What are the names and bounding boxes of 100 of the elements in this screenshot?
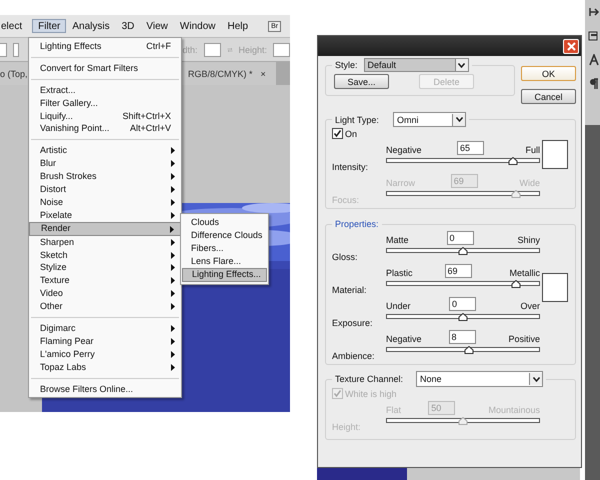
menu-item[interactable]: Artistic (29, 144, 181, 158)
slider-label: Gloss: (332, 252, 359, 262)
slider-thumb[interactable] (511, 280, 522, 288)
menu-item[interactable]: Filter Gallery... (29, 96, 181, 110)
menu-item[interactable]: Vanishing Point... Alt+Ctrl+V (29, 122, 181, 136)
menu-item[interactable]: Brush Strokes (29, 170, 181, 184)
slider-thumb[interactable] (464, 346, 474, 354)
chevron-down-icon[interactable] (529, 373, 542, 385)
chevron-down-icon[interactable] (454, 59, 468, 71)
range-label: Mountainous (488, 405, 540, 415)
menu-item[interactable]: Noise (29, 196, 181, 209)
light-type-dropdown[interactable]: Omni (393, 112, 466, 127)
range-label: Under (386, 301, 411, 311)
menu-bar-item[interactable]: View (140, 16, 174, 36)
range-label: Plastic (386, 268, 413, 278)
menu-item[interactable]: L'amico Perry (29, 348, 181, 361)
range-label: Negative (386, 145, 422, 155)
range-label: Metallic (509, 268, 540, 278)
slider-thumb[interactable] (458, 247, 468, 255)
menu-bar-item[interactable]: elect (0, 16, 28, 36)
tool-icon[interactable] (588, 30, 600, 42)
menu-item[interactable]: Extract... (29, 84, 181, 97)
menu-bar-item[interactable]: Window (174, 16, 222, 36)
slider-thumb[interactable] (458, 313, 468, 321)
value-field[interactable]: 69 (444, 264, 472, 278)
slider-label: Focus: (332, 195, 360, 205)
range-label: Flat (386, 405, 402, 415)
range-label: Shiny (517, 235, 540, 245)
menu-item[interactable]: Distort (29, 183, 181, 196)
menu-item[interactable]: Lighting Effects... (182, 268, 267, 282)
menu-bar-item[interactable]: 3D (116, 16, 140, 36)
color-swatch[interactable] (542, 140, 568, 168)
menu-item[interactable]: Liquify... Shift+Ctrl+X (29, 110, 181, 122)
slider-label: Intensity: (332, 162, 370, 172)
checkbox[interactable] (332, 128, 343, 139)
light-type-label: Light Type: (335, 114, 380, 124)
menu-item[interactable]: Fibers... (182, 242, 267, 255)
input-field[interactable] (0, 42, 7, 56)
menu-item[interactable]: Video (29, 287, 181, 300)
checkbox-label: White is high (345, 388, 397, 398)
input-field[interactable] (204, 42, 220, 56)
slider-label: Ambience: (332, 351, 376, 361)
input-field[interactable] (13, 42, 18, 56)
menu-item[interactable]: Other (29, 300, 181, 314)
menu-item[interactable]: Convert for Smart Filters (29, 62, 181, 75)
field-label: Height: (238, 44, 268, 54)
slider-label: Height: (332, 422, 362, 432)
menu-item[interactable]: Stylize (29, 261, 181, 274)
menu-item[interactable]: Texture (29, 274, 181, 288)
range-label: Over (520, 301, 540, 311)
menu-item[interactable]: Lighting Effects Ctrl+F (29, 40, 181, 53)
checkbox-label: On (345, 128, 358, 138)
color-swatch[interactable] (542, 273, 568, 302)
save-button[interactable]: Save... (334, 74, 389, 89)
texture-channel-label: Texture Channel: (335, 374, 404, 384)
cancel-button[interactable]: Cancel (521, 89, 576, 104)
menu-bar-item[interactable]: Analysis (66, 16, 116, 36)
menu-item[interactable]: Difference Clouds (182, 228, 267, 242)
menu-item[interactable]: Digimarc (29, 322, 181, 335)
range-label: Narrow (386, 178, 416, 188)
range-label: Wide (519, 178, 540, 188)
ok-button[interactable]: OK (521, 66, 576, 81)
menu-item[interactable]: Clouds (182, 216, 267, 229)
slider-track[interactable] (386, 418, 540, 423)
slider-label: Exposure: (332, 318, 374, 328)
range-label: Negative (386, 334, 422, 344)
tool-icon[interactable] (588, 54, 600, 66)
tool-icon[interactable] (588, 6, 600, 18)
document-tab[interactable]: RGB/8/CMYK) * × (184, 62, 276, 85)
texture-channel-dropdown[interactable]: None (416, 371, 543, 387)
value-field[interactable]: 65 (457, 141, 484, 155)
menu-item[interactable]: Sharpen (29, 236, 181, 249)
menu-bar-item[interactable]: Help (221, 16, 254, 36)
menu-item[interactable]: Blur (29, 157, 181, 170)
slider-track[interactable] (386, 158, 540, 163)
chevron-down-icon[interactable] (452, 114, 465, 126)
slider-track[interactable] (386, 314, 540, 319)
section-title: Properties: (335, 219, 379, 229)
slider-thumb[interactable] (508, 157, 518, 165)
menu-item[interactable]: Browse Filters Online... (29, 382, 181, 396)
slider-track[interactable] (386, 191, 540, 196)
value-field[interactable]: 8 (448, 330, 476, 344)
menu-item[interactable]: Topaz Labs (29, 360, 181, 374)
menu-item[interactable]: Pixelate (29, 208, 181, 222)
slider-track[interactable] (386, 281, 540, 286)
tool-icon[interactable] (588, 78, 600, 90)
menu-item[interactable]: Sketch (29, 248, 181, 262)
range-label: Matte (386, 235, 409, 245)
menu-bar-item[interactable]: Filter (32, 19, 66, 33)
menu-item[interactable]: Render (29, 222, 181, 236)
close-button[interactable] (563, 38, 579, 54)
style-dropdown[interactable]: Default (364, 58, 469, 72)
range-label: Positive (508, 334, 540, 344)
slider-track[interactable] (386, 248, 540, 253)
value-field[interactable]: 0 (446, 231, 474, 245)
input-field[interactable] (273, 42, 290, 56)
menu-item[interactable]: Flaming Pear (29, 334, 181, 348)
slider-track[interactable] (386, 347, 540, 352)
menu-item[interactable]: Lens Flare... (182, 254, 267, 268)
value-field[interactable]: 0 (449, 297, 476, 311)
